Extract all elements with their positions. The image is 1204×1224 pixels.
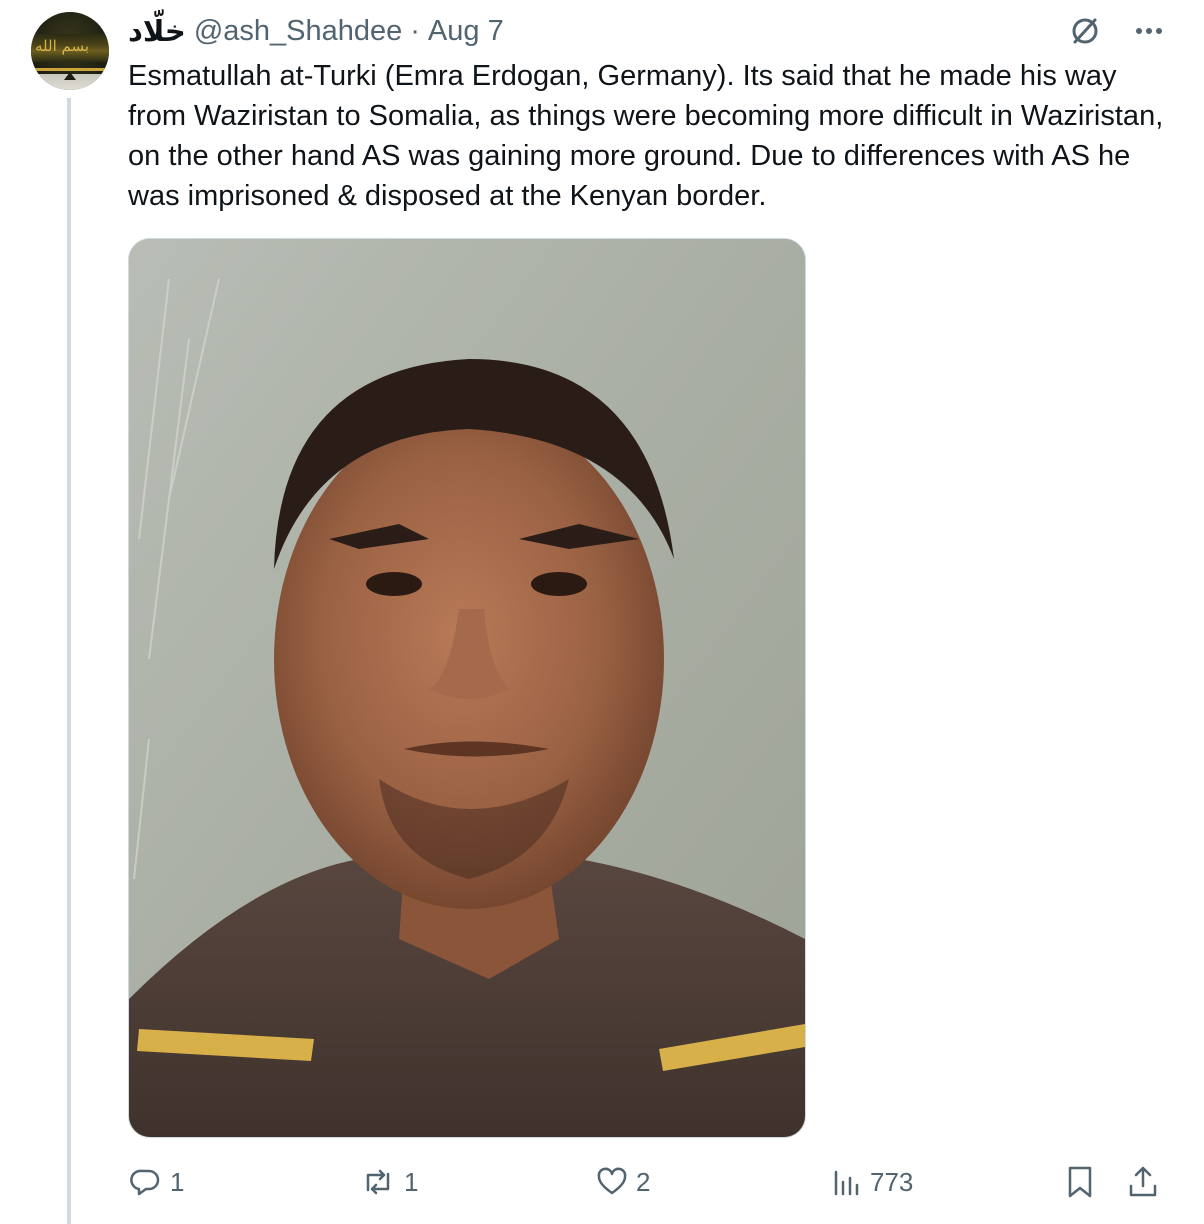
display-name[interactable]: خلّاد <box>128 14 186 49</box>
reply-count: 1 <box>170 1166 185 1197</box>
views-button[interactable]: 773 <box>832 1158 913 1206</box>
avatar-calligraphy: بسم الله <box>35 37 90 55</box>
tweet-header: خلّاد @ash_Shahdee · Aug 7 <box>128 12 504 50</box>
tweet-actions: 1 1 2 773 <box>0 1158 1204 1206</box>
share-button[interactable] <box>1126 1158 1160 1206</box>
share-upload-icon <box>1129 1166 1157 1197</box>
tweet-date[interactable]: Aug 7 <box>428 15 504 48</box>
portrait-photo <box>129 239 805 1137</box>
like-button[interactable]: 2 <box>596 1158 650 1206</box>
slashed-circle-icon[interactable] <box>1068 14 1102 48</box>
views-chart-icon <box>834 1170 859 1196</box>
reply-icon <box>130 1169 160 1196</box>
tweet-photo[interactable] <box>128 238 806 1138</box>
repost-count: 1 <box>404 1166 419 1197</box>
bookmark-button[interactable] <box>1064 1158 1096 1206</box>
heart-icon <box>597 1167 627 1195</box>
thread-line <box>67 98 71 1224</box>
bookmark-icon <box>1068 1166 1092 1198</box>
separator-dot: · <box>410 14 420 47</box>
header-icons <box>1068 14 1166 48</box>
reply-button[interactable]: 1 <box>130 1158 184 1206</box>
avatar-drape <box>31 72 109 90</box>
more-horizontal-icon[interactable] <box>1132 14 1166 48</box>
like-count: 2 <box>636 1166 651 1197</box>
repost-icon <box>366 1169 390 1195</box>
avatar[interactable]: بسم الله <box>31 12 109 90</box>
tweet-text: Esmatullah at-Turki (Emra Erdogan, Germa… <box>128 60 1164 212</box>
user-handle[interactable]: @ash_Shahdee <box>194 15 402 48</box>
view-count: 773 <box>870 1166 914 1197</box>
repost-button[interactable]: 1 <box>360 1158 418 1206</box>
